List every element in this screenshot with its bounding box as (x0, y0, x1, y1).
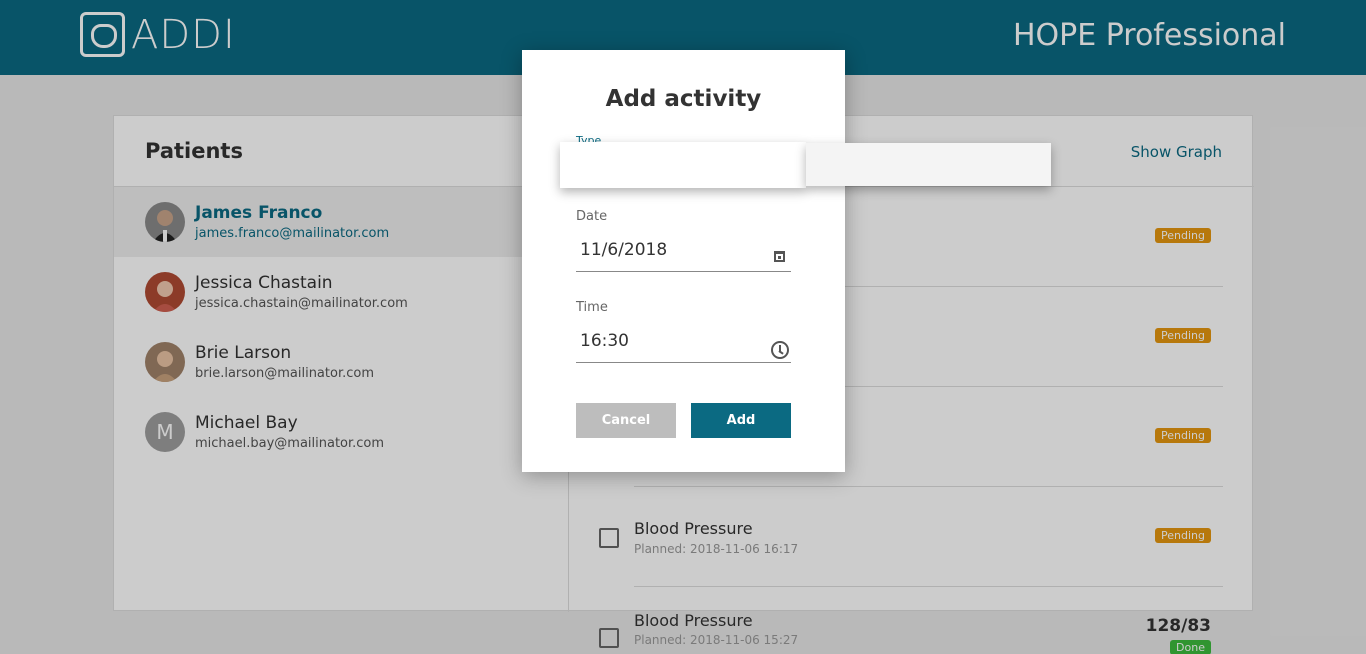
dialog-title: Add activity (605, 86, 762, 112)
type-dropdown-menu-extension[interactable] (806, 143, 1051, 186)
type-dropdown-menu[interactable] (560, 142, 806, 188)
time-field[interactable]: 16:30 (576, 323, 791, 363)
clock-icon[interactable] (771, 341, 789, 359)
date-label: Date (576, 209, 608, 224)
cancel-button[interactable]: Cancel (576, 403, 676, 438)
add-button[interactable]: Add (691, 403, 791, 438)
date-value: 11/6/2018 (580, 240, 668, 260)
time-label: Time (576, 300, 608, 315)
calendar-icon[interactable] (774, 251, 785, 262)
date-field[interactable]: 11/6/2018 (576, 232, 791, 272)
time-value: 16:30 (580, 331, 629, 351)
add-activity-dialog: Add activity Type Date 11/6/2018 Time 16… (522, 50, 845, 472)
